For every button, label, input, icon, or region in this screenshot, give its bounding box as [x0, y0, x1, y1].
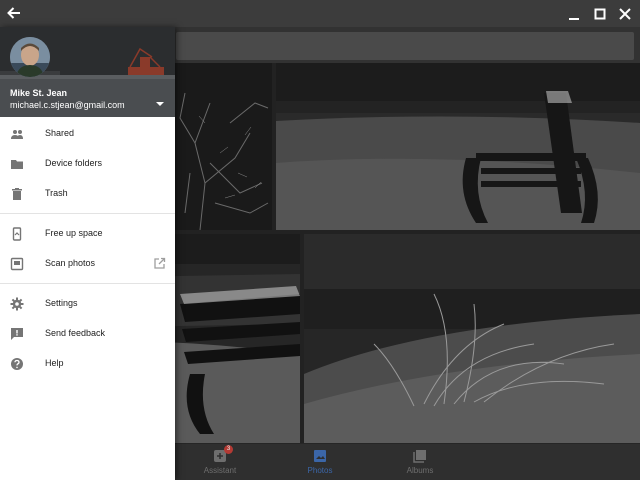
menu-item-label: Trash [45, 188, 68, 198]
account-header: Mike St. Jean michael.c.stjean@gmail.com [0, 27, 175, 117]
phone-free-space-icon [10, 227, 24, 241]
folder-icon [10, 157, 24, 171]
scan-photo-icon [10, 257, 24, 271]
navigation-drawer: Mike St. Jean michael.c.stjean@gmail.com… [0, 27, 175, 480]
feedback-icon [10, 327, 24, 341]
nav-assistant-label: Assistant [203, 466, 237, 475]
menu-item-label: Scan photos [45, 258, 96, 268]
help-icon [10, 357, 24, 371]
avatar[interactable] [10, 37, 50, 77]
menu-item-send-feedback[interactable]: Send feedback [0, 319, 175, 349]
nav-photos-label: Photos [307, 466, 333, 475]
menu-divider [0, 283, 175, 284]
maximize-icon[interactable] [590, 4, 610, 24]
albums-icon [413, 449, 427, 463]
nav-albums-label: Albums [406, 466, 434, 475]
chevron-down-icon[interactable] [155, 95, 165, 106]
menu-item-settings[interactable]: Settings [0, 289, 175, 319]
account-name: Mike St. Jean [10, 88, 68, 98]
menu-item-free-up-space[interactable]: Free up space [0, 219, 175, 249]
menu-item-label: Device folders [45, 158, 103, 168]
menu-item-label: Free up space [45, 228, 103, 238]
open-external-icon[interactable] [153, 257, 166, 270]
nav-albums[interactable]: Albums [375, 444, 465, 480]
menu-item-trash[interactable]: Trash [0, 179, 175, 209]
photos-icon [313, 449, 327, 463]
trash-icon [10, 187, 24, 201]
menu-item-label: Help [45, 358, 64, 368]
minimize-icon[interactable] [564, 4, 584, 24]
menu-item-scan-photos[interactable]: Scan photos [0, 249, 175, 279]
arrow-back-icon[interactable] [4, 3, 24, 23]
menu-divider [0, 213, 175, 214]
menu-item-device-folders[interactable]: Device folders [0, 149, 175, 179]
menu-item-shared[interactable]: Shared [0, 119, 175, 149]
menu-item-label: Settings [45, 298, 78, 308]
menu-item-label: Send feedback [45, 328, 106, 338]
close-icon[interactable] [615, 4, 635, 24]
notification-badge: 3 [224, 445, 233, 454]
account-email: michael.c.stjean@gmail.com [10, 100, 125, 110]
photo-tile[interactable] [276, 63, 640, 230]
window-titlebar [0, 0, 640, 27]
menu-item-label: Shared [45, 128, 75, 138]
nav-assistant[interactable]: 3 Assistant [175, 444, 265, 480]
gear-icon [10, 297, 24, 311]
menu-item-help[interactable]: Help [0, 349, 175, 379]
search-bar[interactable] [176, 32, 634, 60]
photo-tile[interactable] [304, 234, 640, 443]
nav-photos[interactable]: Photos [275, 444, 365, 480]
people-icon [10, 127, 24, 141]
